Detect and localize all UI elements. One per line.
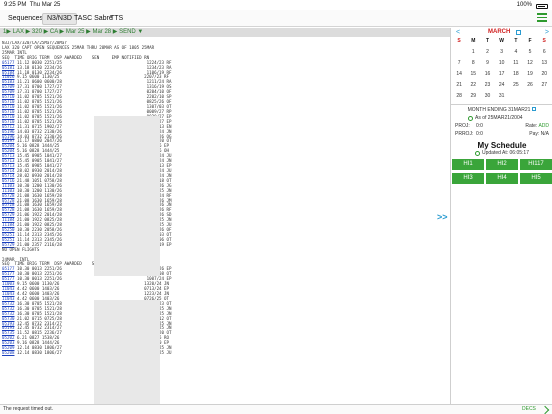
calendar-dow: S [457,38,461,44]
calendar-day[interactable]: 3 [495,48,509,57]
calendar-day[interactable]: 9 [480,59,494,68]
calendar-day [509,92,523,101]
calendar-day[interactable]: 28 [452,92,466,101]
month-info: MONTH ENDING 31MAR21 As of 25MAR21/2004 … [452,106,552,138]
redacted-block [94,300,160,404]
refresh-icon[interactable] [475,150,480,156]
footer-bar: The request timed out. DECS [0,404,552,414]
calendar-day[interactable]: 27 [537,81,551,90]
calendar-day[interactable]: 2 [480,48,494,57]
calendar-day[interactable]: 7 [452,59,466,68]
schedule-button-hi3[interactable]: HI3 [452,173,484,184]
calendar-day[interactable]: 1 [466,48,480,57]
calendar-day[interactable]: 20 [537,70,551,79]
schedule-updated: Updated At: 06:05:17 [452,150,552,156]
calendar-dow: W [499,38,505,44]
prroj-row: PRROJ: 0:0 Pay: N/A [455,131,549,137]
calendar-day[interactable]: 14 [452,70,466,79]
calendar-day[interactable]: 15 [466,70,480,79]
calendar-day[interactable]: 18 [509,70,523,79]
calendar-day[interactable]: 5 [523,48,537,57]
decs-button[interactable]: DECS [522,405,536,414]
calendar-header: < MARCH > [452,28,552,37]
calendar-day[interactable]: 11 [509,59,523,68]
calendar-dow: F [528,38,532,44]
refresh-icon[interactable] [468,115,473,121]
calendar-day[interactable]: 4 [509,48,523,57]
calendar-day[interactable]: 8 [466,59,480,68]
tab-sequences[interactable]: Sequences [4,13,47,25]
calendar-day[interactable]: 17 [495,70,509,79]
proj-row: PROJ: 0:0 Rate: ADD [455,123,549,129]
schedule-buttons: HI1 HI2 HI117 HI3 HI4 HI5 [452,159,552,184]
calendar: < MARCH > S M T W T F S 1 2 3 4 5 6 7 8 9 10 11 12 13 14 15 16… [452,28,552,101]
month-ending-title: MONTH ENDING 31MAR21 [452,106,552,114]
calendar-dow: T [514,38,518,44]
calendar-day[interactable]: 29 [466,92,480,101]
calendar-day [452,48,466,57]
asof-row: As of 25MAR21/2004 [452,114,552,122]
battery-percent: 100% [516,2,532,8]
schedule-button-hi117[interactable]: HI117 [520,159,552,170]
calendar-day[interactable]: 30 [480,92,494,101]
battery-icon [536,3,548,9]
calendar-dow: M [471,38,476,44]
divider [450,28,451,404]
calendar-day[interactable]: 21 [452,81,466,90]
calendar-day[interactable]: 22 [466,81,480,90]
calendar-month: MARCH [488,29,511,35]
calendar-dow: T [485,38,489,44]
calendar-grid: S M T W T F S 1 2 3 4 5 6 7 8 9 10 11 12 13 14 15 16 17 18 19 20 21… [452,37,552,101]
calendar-day[interactable]: 25 [509,81,523,90]
chevron-left-icon[interactable]: < [456,28,460,37]
calendar-day [523,92,537,101]
calendar-day[interactable]: 12 [523,59,537,68]
rate-add-link[interactable]: ADD [538,123,549,129]
external-link-icon[interactable] [516,30,521,35]
schedule-title: My Schedule [477,141,527,150]
calendar-day[interactable]: 31 [495,92,509,101]
status-right: 100% [517,0,548,10]
route-bar[interactable]: 1▶ LAX ▶ 320 ▶ CA ▶ Mar 25 ▶ Mar 28 ▶ SE… [0,28,450,37]
schedule-button-hi5[interactable]: HI5 [520,173,552,184]
calendar-dow: S [542,38,546,44]
calendar-day[interactable]: 23 [480,81,494,90]
hamburger-menu-icon[interactable] [537,13,547,22]
redacted-block [94,116,160,276]
calendar-day[interactable]: 6 [537,48,551,57]
divider [451,104,552,105]
schedule-button-hi1[interactable]: HI1 [452,159,484,170]
calendar-day[interactable]: 26 [523,81,537,90]
expand-arrow-icon[interactable]: >> [437,212,448,222]
calendar-day[interactable]: 24 [495,81,509,90]
tab-tts[interactable]: TTS [106,13,127,25]
send-icon[interactable] [540,405,550,414]
calendar-day[interactable]: 13 [537,59,551,68]
footer-message: The request timed out. [3,406,54,412]
external-link-icon[interactable] [532,107,537,111]
calendar-day[interactable]: 19 [523,70,537,79]
chevron-right-icon[interactable]: > [545,28,549,37]
status-bar: 9:25 PM Thu Mar 25 100% [0,0,552,10]
schedule-button-hi2[interactable]: HI2 [486,159,518,170]
calendar-day[interactable]: 16 [480,70,494,79]
calendar-day[interactable]: 10 [495,59,509,68]
schedule-button-hi4[interactable]: HI4 [486,173,518,184]
sequence-link[interactable]: 05208 [2,350,14,355]
status-time: 9:25 PM Thu Mar 25 [4,2,61,8]
tab-bar: Sequences N3/N3D TASC Sabre TTS [0,10,552,27]
calendar-day [537,92,551,101]
